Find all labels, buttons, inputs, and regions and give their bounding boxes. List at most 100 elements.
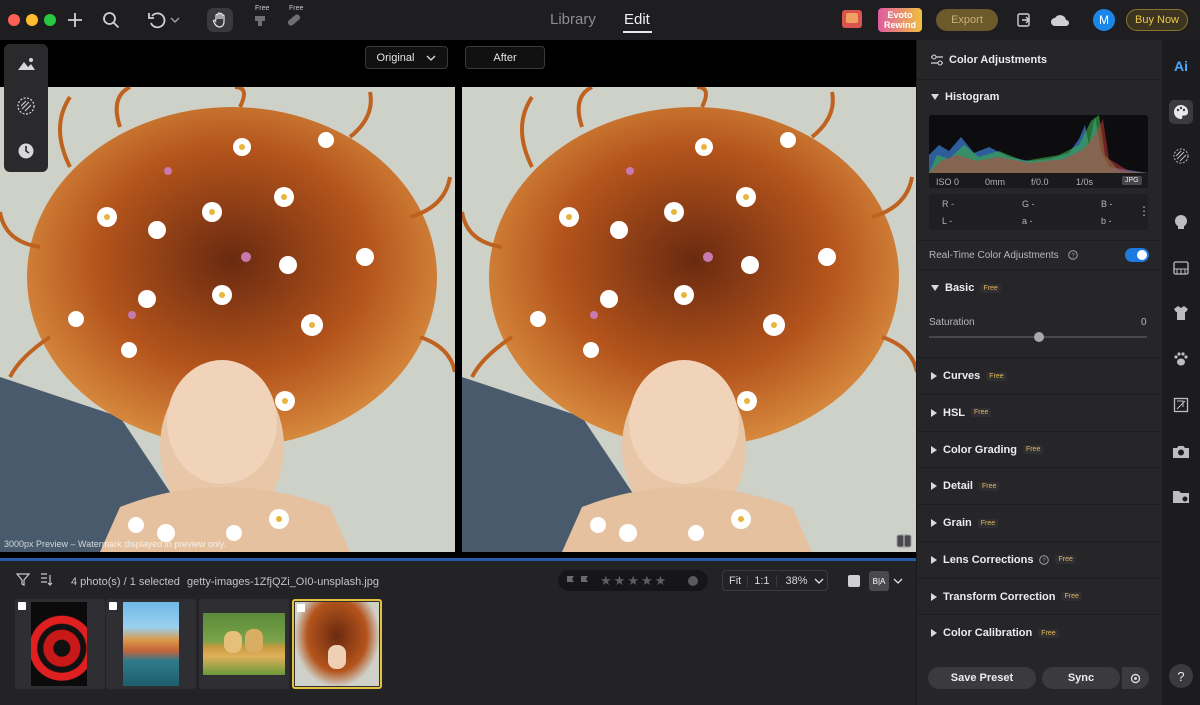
chevron-down-icon[interactable] <box>168 8 182 32</box>
shutter-value: 1/0s <box>1076 177 1094 187</box>
expand-icon <box>931 482 937 491</box>
r-readout: R - <box>942 199 954 209</box>
zoom-window-button[interactable] <box>44 14 56 26</box>
star-icon[interactable]: ★ <box>614 573 626 589</box>
gift-icon[interactable] <box>842 10 862 28</box>
paw-icon[interactable] <box>1171 349 1191 369</box>
saturation-slider-handle[interactable] <box>1034 332 1044 342</box>
zoom-1to1-button[interactable]: 1:1 <box>748 574 777 587</box>
texture-icon[interactable] <box>15 95 37 117</box>
split-view-icon[interactable] <box>896 534 912 548</box>
more-icon[interactable]: ⋮ <box>1138 204 1150 218</box>
clothing-icon[interactable] <box>1171 303 1191 323</box>
free-tag: Free <box>971 408 992 418</box>
realtime-toggle[interactable] <box>1125 248 1149 262</box>
active-tab-indicator <box>623 31 652 33</box>
import-icon[interactable] <box>1011 8 1037 32</box>
texture-icon[interactable] <box>1171 146 1191 166</box>
color-palette-icon[interactable] <box>1169 100 1193 124</box>
a-readout: a - <box>1022 216 1033 226</box>
zoom-control: Fit 1:1 38% <box>722 570 828 591</box>
filmstrip-panel: 4 photo(s) / 1 selected getty-images-1Zf… <box>0 558 916 705</box>
filter-icon[interactable] <box>15 573 31 591</box>
section-title: Basic <box>945 282 975 294</box>
ai-icon[interactable]: Ai <box>1171 56 1191 76</box>
section-histogram[interactable]: Histogram <box>917 78 1162 115</box>
star-icon[interactable]: ★ <box>600 573 612 589</box>
flag-icon[interactable] <box>566 575 576 586</box>
section-curves[interactable]: Curves Free <box>917 357 1162 394</box>
section-lens-corrections[interactable]: Lens Corrections? Free <box>917 540 1162 578</box>
section-hsl[interactable]: HSL Free <box>917 393 1162 431</box>
single-view-icon[interactable] <box>848 575 860 587</box>
close-window-button[interactable] <box>8 14 20 26</box>
free-tag: Free <box>1061 592 1082 601</box>
star-icon[interactable]: ★ <box>655 573 667 589</box>
edited-badge-icon <box>18 602 26 610</box>
star-icon[interactable]: ★ <box>627 573 639 589</box>
thumbnail-puppies[interactable] <box>199 599 289 689</box>
search-icon[interactable] <box>98 8 124 32</box>
color-readout: R - G - B - L - a - b - ⋮ <box>929 194 1150 230</box>
tab-edit[interactable]: Edit <box>624 11 650 28</box>
folder-settings-icon[interactable] <box>1171 486 1191 506</box>
rating-bar: ★ ★ ★ ★ ★ <box>558 570 708 591</box>
image-canvas[interactable]: Original After 3000px Preview – Watermar… <box>0 40 916 558</box>
zoom-percent-select[interactable]: 38% <box>777 575 814 587</box>
chevron-down-icon <box>426 55 436 61</box>
section-transform-correction[interactable]: Transform Correction Free <box>917 577 1162 615</box>
avatar[interactable]: M <box>1093 9 1115 31</box>
sync-button[interactable]: Sync <box>1042 667 1120 689</box>
expand-icon <box>931 445 937 454</box>
zoom-fit-button[interactable]: Fit <box>723 574 749 587</box>
section-color-grading[interactable]: Color Grading Free <box>917 430 1162 468</box>
section-basic[interactable]: Basic Free <box>917 269 1162 306</box>
section-grain[interactable]: Grain Free <box>917 504 1162 541</box>
cloud-icon[interactable] <box>1047 8 1073 32</box>
background-icon[interactable] <box>1171 258 1191 278</box>
reject-flag-icon[interactable] <box>580 575 590 586</box>
star-icon[interactable]: ★ <box>641 573 653 589</box>
section-title: Lens Corrections <box>943 553 1034 566</box>
undo-icon[interactable] <box>144 8 170 32</box>
chevron-down-icon[interactable] <box>893 578 903 584</box>
help-icon[interactable]: ? <box>1169 664 1193 688</box>
original-select[interactable]: Original <box>365 46 448 69</box>
format-badge: JPG <box>1122 176 1142 185</box>
add-icon[interactable] <box>62 8 88 32</box>
section-title: HSL <box>943 406 965 419</box>
thumbnail-building[interactable] <box>106 599 196 689</box>
free-tag: Free <box>978 481 1000 491</box>
save-preset-button[interactable]: Save Preset <box>928 667 1036 689</box>
collapse-icon <box>931 285 939 291</box>
history-icon[interactable] <box>15 140 37 162</box>
panel-title: Color Adjustments <box>949 54 1047 66</box>
chevron-down-icon[interactable] <box>814 578 824 584</box>
info-icon[interactable]: ? <box>1068 250 1078 260</box>
star-rating[interactable]: ★ ★ ★ ★ ★ <box>600 573 666 589</box>
hand-tool-icon[interactable] <box>207 8 233 32</box>
portrait-icon[interactable] <box>1171 212 1191 232</box>
section-color-calibration[interactable]: Color Calibration Free <box>917 614 1162 651</box>
export-button[interactable]: Export <box>936 9 998 31</box>
after-label[interactable]: After <box>465 46 545 69</box>
minimize-window-button[interactable] <box>26 14 38 26</box>
buy-now-button[interactable]: Buy Now <box>1126 9 1188 31</box>
sync-settings-button[interactable] <box>1122 667 1149 689</box>
section-detail[interactable]: Detail Free <box>917 467 1162 504</box>
info-icon[interactable]: ? <box>1039 554 1050 565</box>
thumbnail-spiral[interactable] <box>15 599 105 689</box>
crop-icon[interactable] <box>1171 395 1191 415</box>
compare-view-button[interactable]: B|A <box>869 571 889 591</box>
landscape-icon[interactable] <box>15 53 37 75</box>
color-label-icon[interactable] <box>688 576 698 586</box>
thumbnail-selected[interactable] <box>292 599 382 689</box>
canvas-tool-panel <box>4 44 48 172</box>
tab-library[interactable]: Library <box>550 11 596 28</box>
section-title: Grain <box>943 517 972 529</box>
sort-icon[interactable] <box>39 573 53 591</box>
free-tag: Free <box>289 5 304 12</box>
camera-icon[interactable] <box>1171 441 1191 461</box>
expand-icon <box>931 555 937 564</box>
evoto-rewind-badge[interactable]: Evoto Rewind <box>878 8 922 32</box>
